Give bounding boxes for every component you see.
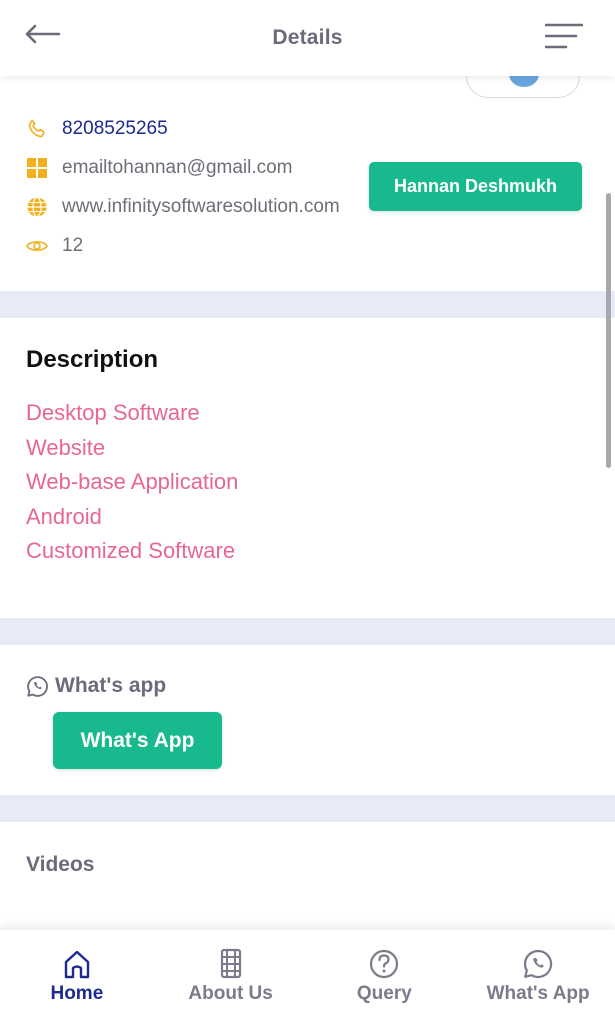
section-divider [0,795,615,822]
list-item: Desktop Software [26,400,200,425]
phone-icon [26,118,48,140]
section-divider [0,618,615,645]
videos-section: Videos [0,821,615,931]
phone-row[interactable]: 8208525265 [26,118,168,140]
whatsapp-button[interactable]: What's App [53,712,222,769]
eye-icon [26,235,48,257]
views-row: 12 [26,235,83,257]
scrollbar[interactable] [606,193,611,468]
email-address[interactable]: emailtohannan@gmail.com [62,157,293,179]
section-divider [0,291,615,318]
back-button[interactable] [24,22,62,46]
whatsapp-label-text: What's app [55,674,167,697]
videos-heading: Videos [26,853,95,876]
contact-section: 8208525265 emailtohannan@gmail.com www.i… [0,76,615,291]
nav-about-us[interactable]: About Us [154,930,308,1024]
arrow-left-icon [25,24,61,44]
home-icon [64,950,90,979]
grid-icon [26,157,48,179]
website-url[interactable]: www.infinitysoftwaresolution.com [62,196,340,218]
whatsapp-icon [27,675,48,697]
question-icon [370,949,399,979]
list-item: Website [26,434,106,460]
app-header: Details [0,0,615,76]
whatsapp-label: What's app [26,674,166,698]
owner-name-button[interactable]: Hannan Deshmukh [369,162,582,211]
email-row[interactable]: emailtohannan@gmail.com [26,157,293,179]
nav-whatsapp[interactable]: What's App [461,930,615,1024]
whatsapp-section: What's app What's App [0,644,615,795]
view-count: 12 [62,235,84,256]
phone-number[interactable]: 8208525265 [62,118,168,140]
details-page: Details 8208525265 emailtohannan@gmail.c… [0,0,615,1024]
website-row[interactable]: www.infinitysoftwaresolution.com [26,196,340,218]
hamburger-menu-icon [544,23,584,49]
list-item: Android [26,503,102,529]
nav-query-label: Query [356,983,412,1004]
description-heading: Description [26,346,159,373]
nav-home[interactable]: Home [0,930,154,1024]
globe-icon [26,196,48,218]
bottom-navigation: Home About Us Query What's App [0,930,615,1024]
nav-home-label: Home [50,983,104,1004]
list-item: Web-base Application [26,469,239,494]
list-item: Customized Software [26,538,236,563]
menu-button[interactable] [544,22,584,50]
description-section: Description Desktop Software Website Web… [0,318,615,618]
building-icon [220,948,241,979]
nav-whatsapp-label: What's App [486,983,590,1004]
description-list: Desktop Software Website Web-base Applic… [26,396,238,569]
whatsapp-icon [524,949,553,979]
page-title: Details [272,26,343,49]
nav-query[interactable]: Query [308,930,462,1024]
nav-about-us-label: About Us [188,983,273,1004]
